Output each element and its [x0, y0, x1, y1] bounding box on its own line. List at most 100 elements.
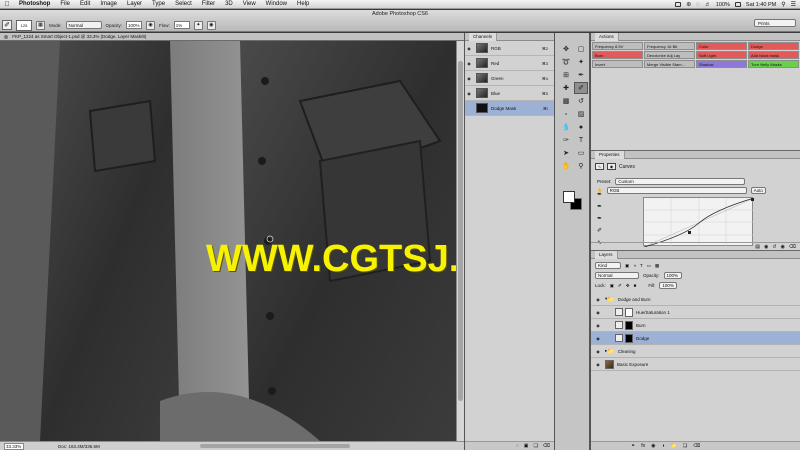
apple-icon[interactable]:  [0, 1, 14, 8]
close-icon[interactable] [4, 34, 8, 39]
eye-icon[interactable]: ◉ [465, 76, 473, 81]
layer-style-icon[interactable]: fx [641, 443, 645, 449]
bluetooth-icon[interactable]: ⊛ [686, 2, 691, 8]
eye-icon[interactable]: ◉ [591, 349, 605, 354]
auto-button[interactable]: Auto [750, 187, 766, 194]
mask-icon[interactable]: ◉ [607, 163, 616, 170]
eye-icon[interactable]: ◉ [465, 91, 473, 96]
lasso-tool-icon[interactable]: ➰ [559, 56, 573, 68]
channel-row-red[interactable]: ◉ Red ⌘3 [465, 56, 554, 71]
battery-percent[interactable]: 100% [716, 2, 730, 8]
tab-channels[interactable]: Channels [469, 33, 498, 41]
move-tool-icon[interactable]: ✥ [559, 43, 573, 55]
document-info[interactable]: Doc: 163.4M/336.6M [58, 444, 100, 449]
layer-row-adjustment[interactable]: ◉ Burn [591, 319, 800, 332]
action-button[interactable]: Merge Visible Stam... [644, 60, 695, 68]
white-point-eyedropper-icon[interactable]: ✒ [595, 215, 604, 224]
layer-row-adjustment[interactable]: ◉ Hue/Saturation 1 [591, 306, 800, 319]
filter-pixel-icon[interactable]: ▣ [625, 263, 629, 269]
action-button[interactable]: Shadow [696, 60, 747, 68]
history-brush-icon[interactable]: ↺ [574, 95, 588, 107]
action-button[interactable]: Frequency 16 Bit [644, 42, 695, 50]
black-point-eyedropper-icon[interactable]: ✒ [595, 191, 604, 200]
shape-tool-icon[interactable]: ▭ [574, 147, 588, 159]
type-tool-icon[interactable]: T [574, 134, 588, 146]
menu-select[interactable]: Select [170, 1, 197, 7]
opacity-field[interactable]: 100% [126, 21, 143, 29]
reset-icon[interactable]: ↺ [772, 244, 776, 250]
marquee-tool-icon[interactable]: ▢ [574, 43, 588, 55]
action-button[interactable]: Dodge [748, 42, 799, 50]
layer-mask-thumbnail[interactable] [625, 320, 633, 330]
eye-icon[interactable]: ◉ [591, 297, 605, 302]
tab-actions[interactable]: Actions [595, 33, 619, 41]
horizontal-scroll-thumb[interactable] [200, 444, 350, 448]
new-layer-icon[interactable]: ❏ [683, 443, 687, 449]
new-group-icon[interactable]: 📁 [671, 443, 677, 449]
brush-size-picker[interactable]: 125 [16, 19, 32, 31]
eye-icon[interactable]: ◉ [465, 46, 473, 51]
action-button[interactable]: Turn Nelly Masks [748, 60, 799, 68]
layer-kind-filter[interactable]: Kind [595, 262, 621, 269]
channel-row-green[interactable]: ◉ Green ⌘4 [465, 71, 554, 86]
quick-select-icon[interactable]: ✦ [574, 56, 588, 68]
pressure-opacity-icon[interactable]: ◉ [146, 20, 156, 30]
layer-opacity-field[interactable]: 100% [663, 272, 682, 279]
workspace-select[interactable]: Prints [754, 19, 796, 27]
channel-select[interactable]: RGB [606, 187, 747, 194]
new-adjustment-icon[interactable]: ◑ [661, 443, 664, 449]
display-icon[interactable] [675, 2, 682, 7]
fill-field[interactable]: 100% [659, 282, 678, 289]
image-canvas[interactable]: WWW.CGTSJ.COM [0, 41, 456, 441]
lock-position-icon[interactable]: ✥ [626, 283, 630, 289]
eye-icon[interactable]: ◉ [591, 362, 605, 367]
curves-graph[interactable] [643, 197, 755, 248]
brush-tool-preset-icon[interactable]: ✐ [2, 20, 12, 30]
layer-mask-thumbnail[interactable] [625, 307, 633, 317]
menu-edit[interactable]: Edit [75, 1, 95, 7]
tab-properties[interactable]: Properties [595, 151, 625, 159]
layer-mask-thumbnail[interactable] [625, 333, 633, 343]
blur-tool-icon[interactable]: 💧 [559, 121, 573, 133]
save-selection-icon[interactable]: ▣ [524, 443, 529, 449]
lock-all-icon[interactable]: ■ [634, 283, 637, 288]
layer-row-photo[interactable]: ◉ Basic Exposure [591, 358, 800, 371]
dodge-tool-icon[interactable]: ● [574, 121, 588, 133]
lock-paint-icon[interactable]: ✐ [618, 283, 622, 289]
preset-select[interactable]: Custom [615, 178, 746, 185]
clip-to-layer-icon[interactable]: ▤ [755, 244, 760, 250]
trash-icon[interactable]: ⌫ [789, 244, 796, 250]
menu-3d[interactable]: 3D [220, 1, 238, 7]
action-button[interactable]: Add black mask [748, 51, 799, 59]
layer-row-group[interactable]: ◉ ▾ 📁 Dodge and Burn [591, 293, 800, 306]
menu-view[interactable]: View [238, 1, 261, 7]
crop-tool-icon[interactable]: ⊞ [559, 69, 573, 81]
document-tab[interactable]: FKP_1224 as Smart Object-1.psd @ 33.3% (… [0, 33, 464, 41]
pen-tool-icon[interactable]: ✑ [559, 134, 573, 146]
menu-file[interactable]: File [55, 1, 75, 7]
action-button[interactable]: Invert [592, 60, 643, 68]
link-layers-icon[interactable]: ⚭ [631, 443, 635, 449]
hand-tool-icon[interactable]: ✋ [559, 160, 573, 172]
zoom-field[interactable]: 33.33% [4, 442, 24, 450]
eyedropper-tool-icon[interactable]: ✒ [574, 69, 588, 81]
filter-smart-icon[interactable]: ▩ [655, 263, 659, 269]
menu-app-name[interactable]: Photoshop [14, 1, 55, 7]
vertical-scroll-thumb[interactable] [458, 61, 463, 401]
eye-icon[interactable]: ◉ [591, 310, 605, 315]
blend-mode-select[interactable]: Normal [595, 272, 639, 279]
menu-window[interactable]: Window [261, 1, 292, 7]
volume-icon[interactable]: ♬ [705, 2, 711, 8]
zoom-tool-icon[interactable]: ⚲ [574, 160, 588, 172]
action-button[interactable]: Frequency 8.5V [592, 42, 643, 50]
new-channel-icon[interactable]: ❏ [533, 443, 537, 449]
vertical-scrollbar[interactable] [456, 41, 464, 441]
action-button[interactable]: Color [696, 42, 747, 50]
gray-point-eyedropper-icon[interactable]: ✒ [595, 203, 604, 212]
action-button[interactable]: Decolorize Adj Lay [644, 51, 695, 59]
channel-row-rgb[interactable]: ◉ RGB ⌘2 [465, 41, 554, 56]
wifi-icon[interactable]: ◌ [696, 2, 700, 8]
menu-type[interactable]: Type [147, 1, 170, 7]
view-previous-icon[interactable]: ◉ [764, 244, 768, 250]
curve-pencil-icon[interactable]: ✐ [595, 227, 604, 236]
